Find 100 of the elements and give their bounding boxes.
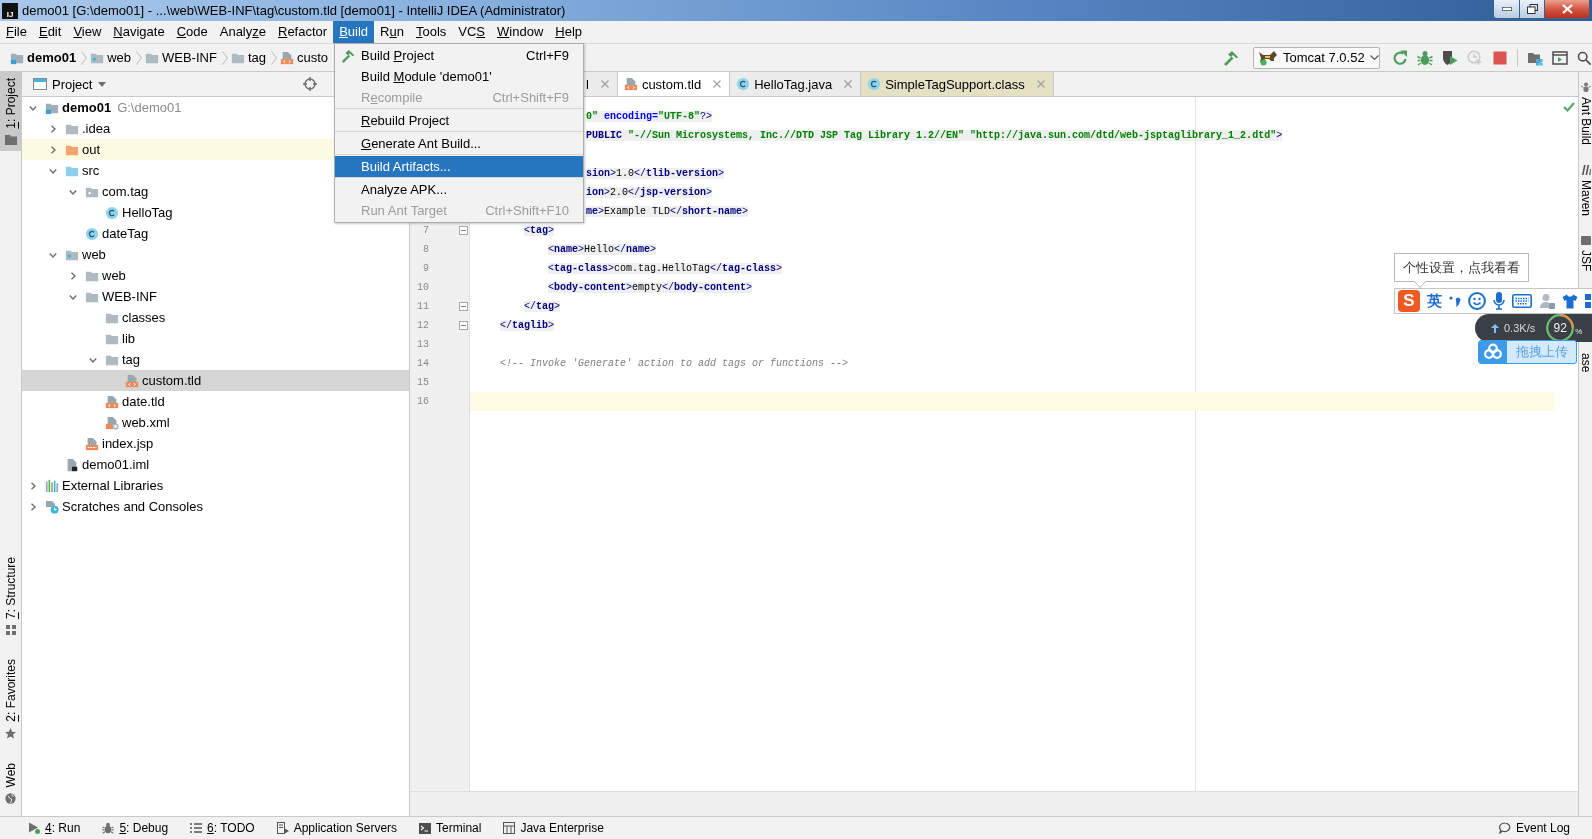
hammer-icon[interactable]: [1223, 49, 1239, 66]
chevron-right-icon[interactable]: [69, 271, 77, 280]
code-line: </taglib>: [500, 318, 555, 333]
editor-tab[interactable]: HelloTag.java: [730, 72, 862, 96]
tool-window-tab[interactable]: 7: Structure: [0, 550, 21, 641]
close-button[interactable]: [1545, 0, 1590, 19]
editor-tab[interactable]: custom.tld: [617, 72, 731, 96]
menu-item[interactable]: Window: [491, 21, 550, 43]
menu-item[interactable]: Rebuild Project: [335, 110, 583, 131]
shield-play-icon[interactable]: [1442, 49, 1458, 66]
tree-item[interactable]: index.jsp: [22, 433, 409, 454]
file-icon: [85, 436, 99, 451]
chevron-down-icon[interactable]: [49, 250, 57, 259]
menu-item[interactable]: View: [67, 21, 108, 43]
menu-item[interactable]: Build Project Ctrl+F9: [335, 45, 583, 66]
menu-item[interactable]: Navigate: [107, 21, 171, 43]
minimize-button[interactable]: [1493, 0, 1520, 19]
tree-item[interactable]: web.xml: [22, 412, 409, 433]
code-line: <name>Hello</name>: [548, 242, 657, 257]
keyboard-icon[interactable]: [1512, 294, 1532, 308]
menu-item[interactable]: Help: [549, 21, 588, 43]
breadcrumb[interactable]: WEB-INF: [145, 50, 217, 65]
view-selector[interactable]: Project: [52, 76, 107, 92]
menu-item[interactable]: Edit: [32, 21, 68, 43]
editor-tab[interactable]: SimpleTagSupport.class: [861, 72, 1054, 96]
menu-item[interactable]: Analyze APK...: [335, 179, 583, 200]
menu-item[interactable]: VCS: [452, 21, 491, 43]
search-icon[interactable]: [1577, 50, 1591, 65]
punctuation-icon[interactable]: [1449, 295, 1461, 307]
fold-marker-icon[interactable]: [459, 321, 468, 330]
refresh-icon[interactable]: [1392, 49, 1408, 66]
menu-item[interactable]: Code: [170, 21, 214, 43]
usage-percent: 92: [1553, 321, 1567, 335]
menu-item[interactable]: Build Module 'demo01': [335, 66, 583, 87]
chevron-down-icon[interactable]: [69, 187, 77, 196]
window-play-icon[interactable]: [1552, 49, 1568, 66]
breadcrumb[interactable]: tag: [230, 50, 266, 65]
tree-item[interactable]: tag: [22, 349, 409, 370]
tool-window-button[interactable]: 6: TODO: [190, 821, 255, 835]
chevron-down-icon[interactable]: [29, 103, 37, 112]
fold-marker-icon[interactable]: [459, 226, 468, 235]
crosshair-icon[interactable]: [303, 77, 317, 91]
close-icon[interactable]: [713, 80, 722, 88]
bug-icon[interactable]: [1417, 49, 1433, 66]
menu-item[interactable]: Run: [374, 21, 410, 43]
code-line: <body-content>empty</body-content>: [548, 280, 753, 295]
restore-button[interactable]: [1520, 0, 1545, 19]
chevron-down-icon[interactable]: [69, 292, 77, 301]
breadcrumb[interactable]: web: [90, 50, 131, 65]
tree-item[interactable]: lib: [22, 328, 409, 349]
tool-window-tab[interactable]: ase: [1579, 353, 1592, 373]
menu-item[interactable]: Tools: [409, 21, 453, 43]
chevron-right-icon[interactable]: [29, 502, 37, 511]
tree-item[interactable]: demo01.iml: [22, 454, 409, 475]
smiley-icon[interactable]: [1468, 292, 1486, 310]
tree-item[interactable]: web: [22, 244, 409, 265]
menu-item[interactable]: Refactor: [272, 21, 334, 43]
tool-window-tab[interactable]: 1: Project: [0, 72, 21, 151]
grid-icon[interactable]: [1585, 293, 1592, 309]
tool-window-button[interactable]: 4: Run: [28, 821, 81, 835]
user-icon[interactable]: [1539, 293, 1555, 309]
chevron-down-icon[interactable]: [89, 355, 97, 364]
slanted-bars-icon: [1580, 165, 1591, 176]
upload-speed: 0.3K/s: [1504, 322, 1536, 334]
tool-window-button[interactable]: Java Enterprise: [503, 821, 604, 835]
line-number: 16: [416, 395, 429, 408]
chevron-down-icon[interactable]: [49, 166, 57, 175]
menu-item[interactable]: Analyze: [213, 21, 272, 43]
class-icon: [867, 77, 882, 91]
menu-item[interactable]: Build: [333, 21, 375, 43]
tree-item[interactable]: External Libraries: [22, 475, 409, 496]
microphone-icon[interactable]: [1493, 292, 1505, 310]
tool-window-button[interactable]: 5: Debug: [102, 821, 169, 835]
tree-item[interactable]: web: [22, 265, 409, 286]
menu-item[interactable]: Generate Ant Build...: [335, 133, 583, 154]
editor-tab[interactable]: l: [585, 72, 618, 96]
tree-item[interactable]: custom.tld: [22, 370, 409, 391]
tool-window-tab[interactable]: Web: [0, 756, 21, 810]
tree-item[interactable]: date.tld: [22, 391, 409, 412]
bug-icon: [102, 822, 115, 834]
tool-window-button[interactable]: Terminal: [419, 821, 482, 835]
tool-window-tab[interactable]: 2: Favorites: [0, 652, 21, 745]
run-configuration-dropdown[interactable]: Tomcat 7.0.52: [1253, 46, 1380, 69]
tree-item[interactable]: classes: [22, 307, 409, 328]
chevron-right-icon[interactable]: [49, 124, 57, 133]
menu-item[interactable]: File: [0, 21, 33, 43]
tool-window-button[interactable]: Application Servers: [276, 821, 398, 835]
chevron-right-icon[interactable]: [49, 145, 57, 154]
breadcrumb[interactable]: demo01: [10, 50, 77, 65]
menu-item[interactable]: Build Artifacts...: [335, 156, 583, 177]
stop-icon[interactable]: [1492, 49, 1508, 66]
tree-item[interactable]: Scratches and Consoles: [22, 496, 409, 517]
language-mode-toggle[interactable]: 英: [1427, 291, 1442, 311]
chevron-right-icon[interactable]: [29, 481, 37, 490]
fold-marker-icon[interactable]: [459, 302, 468, 311]
event-log-button[interactable]: Event Log: [1498, 821, 1570, 835]
breadcrumb[interactable]: custo: [279, 50, 329, 65]
tree-item[interactable]: WEB-INF: [22, 286, 409, 307]
tree-item[interactable]: dateTag: [22, 223, 409, 244]
shirt-icon[interactable]: [1562, 293, 1578, 309]
